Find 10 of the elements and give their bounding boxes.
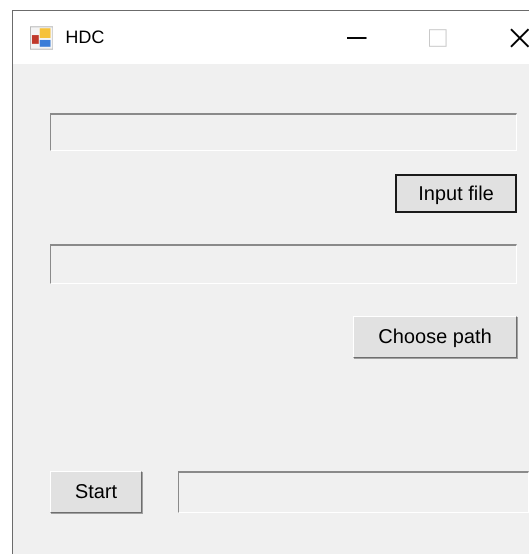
text-field[interactable] — [50, 113, 517, 151]
text-field[interactable] — [50, 244, 517, 284]
close-icon[interactable] — [510, 28, 529, 48]
input-file-button[interactable]: Input file — [395, 174, 517, 213]
text-field[interactable] — [178, 471, 529, 513]
window-title: HDC — [65, 26, 104, 49]
minimize-icon[interactable] — [347, 36, 367, 40]
start-button[interactable]: Start — [50, 471, 142, 513]
choose-path-button[interactable]: Choose path — [353, 316, 517, 358]
app-icon — [30, 26, 54, 50]
